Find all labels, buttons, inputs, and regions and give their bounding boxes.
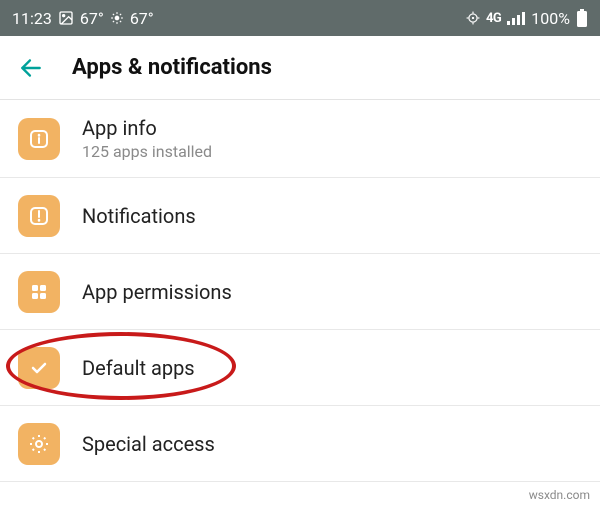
signal-icon [507,11,525,25]
item-text: Special access [82,432,215,456]
item-title: App info [82,116,212,140]
network-label: 4G [486,11,501,26]
status-bar: 11:23 67° 67° 4G 100% [0,0,600,36]
status-temp1: 67° [80,9,104,28]
settings-list: App info 125 apps installed Notification… [0,100,600,482]
list-item-app-permissions[interactable]: App permissions [0,254,600,330]
special-icon [18,423,60,465]
picture-icon [58,10,74,26]
page-title: Apps & notifications [72,55,272,80]
list-item-special-access[interactable]: Special access [0,406,600,482]
item-title: App permissions [82,280,232,304]
list-item-app-info[interactable]: App info 125 apps installed [0,100,600,178]
location-icon [466,11,480,25]
item-title: Notifications [82,204,196,228]
notifications-icon [18,195,60,237]
header: Apps & notifications [0,36,600,100]
list-item-notifications[interactable]: Notifications [0,178,600,254]
back-button[interactable] [18,55,44,81]
item-subtitle: 125 apps installed [82,142,212,161]
status-time: 11:23 [12,9,52,28]
battery-icon [576,9,588,27]
item-text: Notifications [82,204,196,228]
info-icon [18,118,60,160]
status-right: 4G 100% [466,9,588,28]
item-text: Default apps [82,356,195,380]
item-title: Special access [82,432,215,456]
item-text: App permissions [82,280,232,304]
list-item-default-apps[interactable]: Default apps [0,330,600,406]
status-temp2: 67° [130,9,154,28]
permissions-icon [18,271,60,313]
battery-percent: 100% [531,9,570,28]
default-icon [18,347,60,389]
item-text: App info 125 apps installed [82,116,212,161]
status-left: 11:23 67° 67° [12,9,154,28]
attribution: wsxdn.com [529,488,590,502]
item-title: Default apps [82,356,195,380]
sun-icon [110,11,124,25]
